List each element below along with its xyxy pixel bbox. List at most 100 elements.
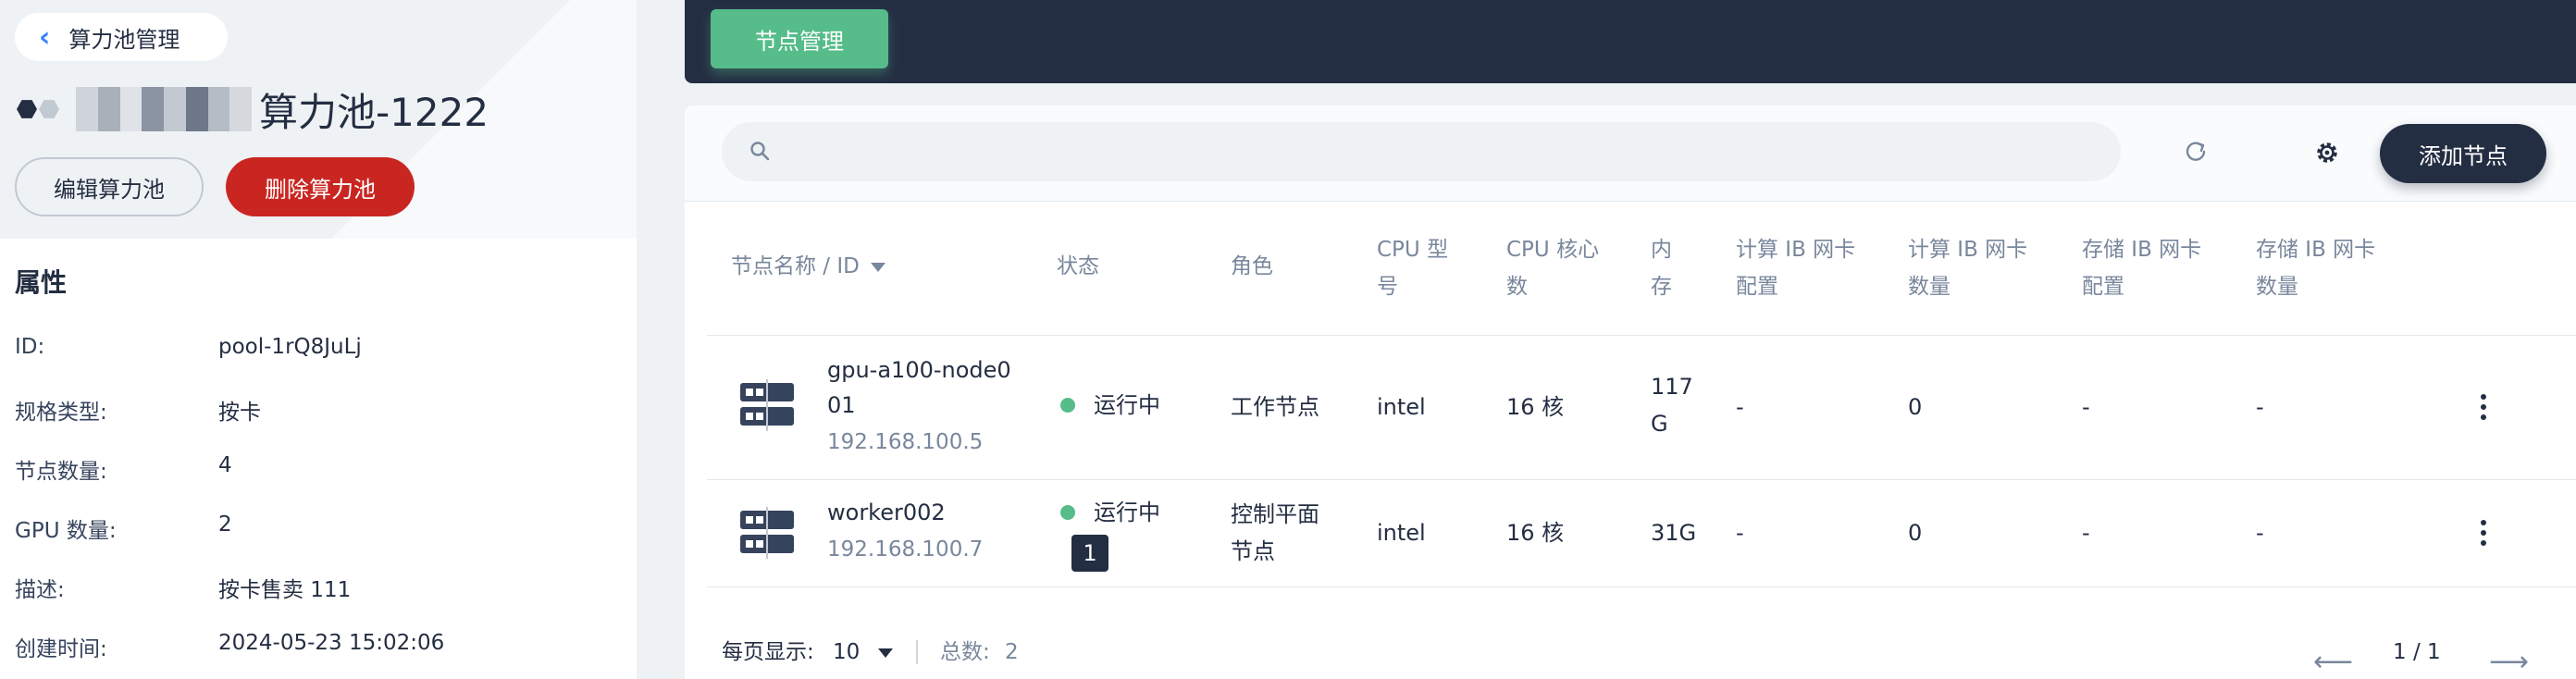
caret-down-icon <box>870 262 886 272</box>
node-name[interactable]: worker002 <box>827 494 946 531</box>
server-node-icon <box>740 379 794 431</box>
col-header-storage-ib-config-line2: 配置 <box>2082 275 2124 299</box>
storage-ib-config: - <box>2082 394 2090 420</box>
status-dot <box>1060 505 1075 520</box>
cpu-cores: 16 核 <box>1506 394 1565 420</box>
node-ip: 192.168.100.7 <box>827 537 984 562</box>
storage-ib-config: - <box>2082 520 2090 546</box>
node-name-cont: 01 <box>827 392 856 418</box>
node-ip: 192.168.100.5 <box>827 430 984 454</box>
properties-list: ID: pool-1rQ8JuLj 规格类型: 按卡 节点数量: 4 GPU 数… <box>15 335 616 679</box>
col-header-cpu-model: CPU 型 号 <box>1377 231 1448 305</box>
col-header-storage-ib-config: 存储 IB 网卡 配置 <box>2082 231 2201 305</box>
row-divider <box>707 479 2576 480</box>
status-dot <box>1060 398 1075 413</box>
server-node-icon <box>740 507 794 559</box>
divider <box>916 640 918 664</box>
col-header-memory-line2: 存 <box>1651 275 1672 299</box>
add-node-button[interactable]: 添加节点 <box>2380 124 2546 183</box>
prev-page-icon[interactable]: ⟵ <box>2313 646 2353 678</box>
compute-ib-config: - <box>1736 394 1744 420</box>
redacted-name-mosaic <box>76 87 252 131</box>
col-header-memory: 内 存 <box>1651 231 1672 305</box>
col-header-compute-ib-config: 计算 IB 网卡 配置 <box>1736 231 1855 305</box>
col-header-storage-ib-count-line2: 数量 <box>2256 275 2298 299</box>
row-divider <box>707 335 2576 336</box>
page-indicator: 1 / 1 <box>2393 640 2441 664</box>
col-header-role: 角色 <box>1231 254 1273 278</box>
delete-pool-button[interactable]: 删除算力池 <box>226 157 415 216</box>
col-header-cpu-cores: CPU 核心 数 <box>1506 231 1599 305</box>
more-actions-icon[interactable] <box>2480 520 2487 546</box>
page-title: 算力池-1222 <box>17 80 489 139</box>
tab-header-bar <box>685 0 2576 83</box>
col-header-compute-ib-count-line1: 计算 IB 网卡 <box>1908 238 2028 262</box>
edit-pool-button[interactable]: 编辑算力池 <box>15 157 204 216</box>
chevron-left-icon: ‹ <box>39 20 51 54</box>
status-text: 运行中 <box>1094 500 1160 525</box>
col-header-memory-line1: 内 <box>1651 238 1672 262</box>
row-divider <box>707 586 2576 587</box>
col-header-storage-ib-config-line1: 存储 IB 网卡 <box>2082 238 2202 262</box>
property-value: 2024-05-23 15:02:06 <box>218 631 445 655</box>
more-actions-icon[interactable] <box>2480 394 2487 420</box>
per-page-value: 10 <box>833 640 861 664</box>
pagination-bar: 每页显示: 10 总数: 2 1 / 1 <box>685 622 2576 679</box>
status-text: 运行中 <box>1094 392 1160 418</box>
pool-name: 算力池-1222 <box>259 89 489 135</box>
property-value: 4 <box>218 453 232 477</box>
per-page-select[interactable]: 10 <box>833 638 893 666</box>
back-button[interactable]: ‹ 算力池管理 <box>15 13 228 61</box>
cpu-model: intel <box>1377 394 1426 420</box>
property-value: 按卡售卖 111 <box>218 578 352 602</box>
cluster-icon <box>17 99 59 119</box>
memory: 31G <box>1651 520 1697 546</box>
col-header-name[interactable]: 节点名称 / ID <box>731 248 886 285</box>
refresh-icon[interactable] <box>2184 139 2208 163</box>
property-value: pool-1rQ8JuLj <box>218 335 362 359</box>
compute-ib-config: - <box>1736 520 1744 546</box>
total-value: 2 <box>1005 640 1019 664</box>
node-name[interactable]: gpu-a100-node0 <box>827 352 1011 389</box>
property-key: 节点数量: <box>15 460 107 484</box>
compute-ib-count: 0 <box>1908 520 1923 546</box>
next-page-icon[interactable]: ⟶ <box>2489 646 2529 678</box>
col-header-status: 状态 <box>1057 254 1099 278</box>
per-page-label: 每页显示: <box>722 640 814 664</box>
property-row: 描述: 按卡售卖 111 <box>15 572 616 631</box>
property-value: 2 <box>218 512 232 537</box>
property-row: ID: pool-1rQ8JuLj <box>15 335 616 394</box>
property-key: 规格类型: <box>15 401 107 425</box>
tooltip: 1 <box>1071 535 1108 572</box>
tab-node-management[interactable]: 节点管理 <box>711 9 888 68</box>
col-header-storage-ib-count: 存储 IB 网卡 数量 <box>2256 231 2375 305</box>
property-row: 规格类型: 按卡 <box>15 394 616 453</box>
property-row: 创建时间: 2024-05-23 15:02:06 <box>15 631 616 679</box>
cpu-model: intel <box>1377 520 1426 546</box>
compute-ib-count: 0 <box>1908 394 1923 420</box>
memory-unit: G <box>1651 411 1668 437</box>
col-header-name-label: 节点名称 / ID <box>731 254 860 278</box>
col-header-compute-ib-count-line2: 数量 <box>1908 275 1951 299</box>
gear-icon[interactable] <box>2313 139 2341 167</box>
property-row: GPU 数量: 2 <box>15 512 616 572</box>
col-header-storage-ib-count-line1: 存储 IB 网卡 <box>2256 238 2376 262</box>
pool-actions: 编辑算力池 删除算力池 <box>15 157 415 216</box>
storage-ib-count: - <box>2256 394 2264 420</box>
property-key: 创建时间: <box>15 637 107 661</box>
search-input[interactable] <box>722 122 2121 181</box>
property-key: 描述: <box>15 578 65 602</box>
col-header-compute-ib-count: 计算 IB 网卡 数量 <box>1908 231 2027 305</box>
memory: 117 <box>1651 374 1693 400</box>
role: 控制平面 <box>1231 501 1319 527</box>
col-header-compute-ib-config-line2: 配置 <box>1736 275 1778 299</box>
back-label: 算力池管理 <box>68 26 180 53</box>
col-header-cpu-model-line1: CPU 型 <box>1377 238 1449 262</box>
col-header-cpu-cores-line1: CPU 核心 <box>1506 238 1600 262</box>
col-header-compute-ib-config-line1: 计算 IB 网卡 <box>1736 238 1856 262</box>
property-row: 节点数量: 4 <box>15 453 616 512</box>
properties-title: 属性 <box>15 267 68 298</box>
property-key: ID: <box>15 335 45 359</box>
caret-down-icon <box>877 648 893 658</box>
role-cont: 节点 <box>1231 538 1275 564</box>
